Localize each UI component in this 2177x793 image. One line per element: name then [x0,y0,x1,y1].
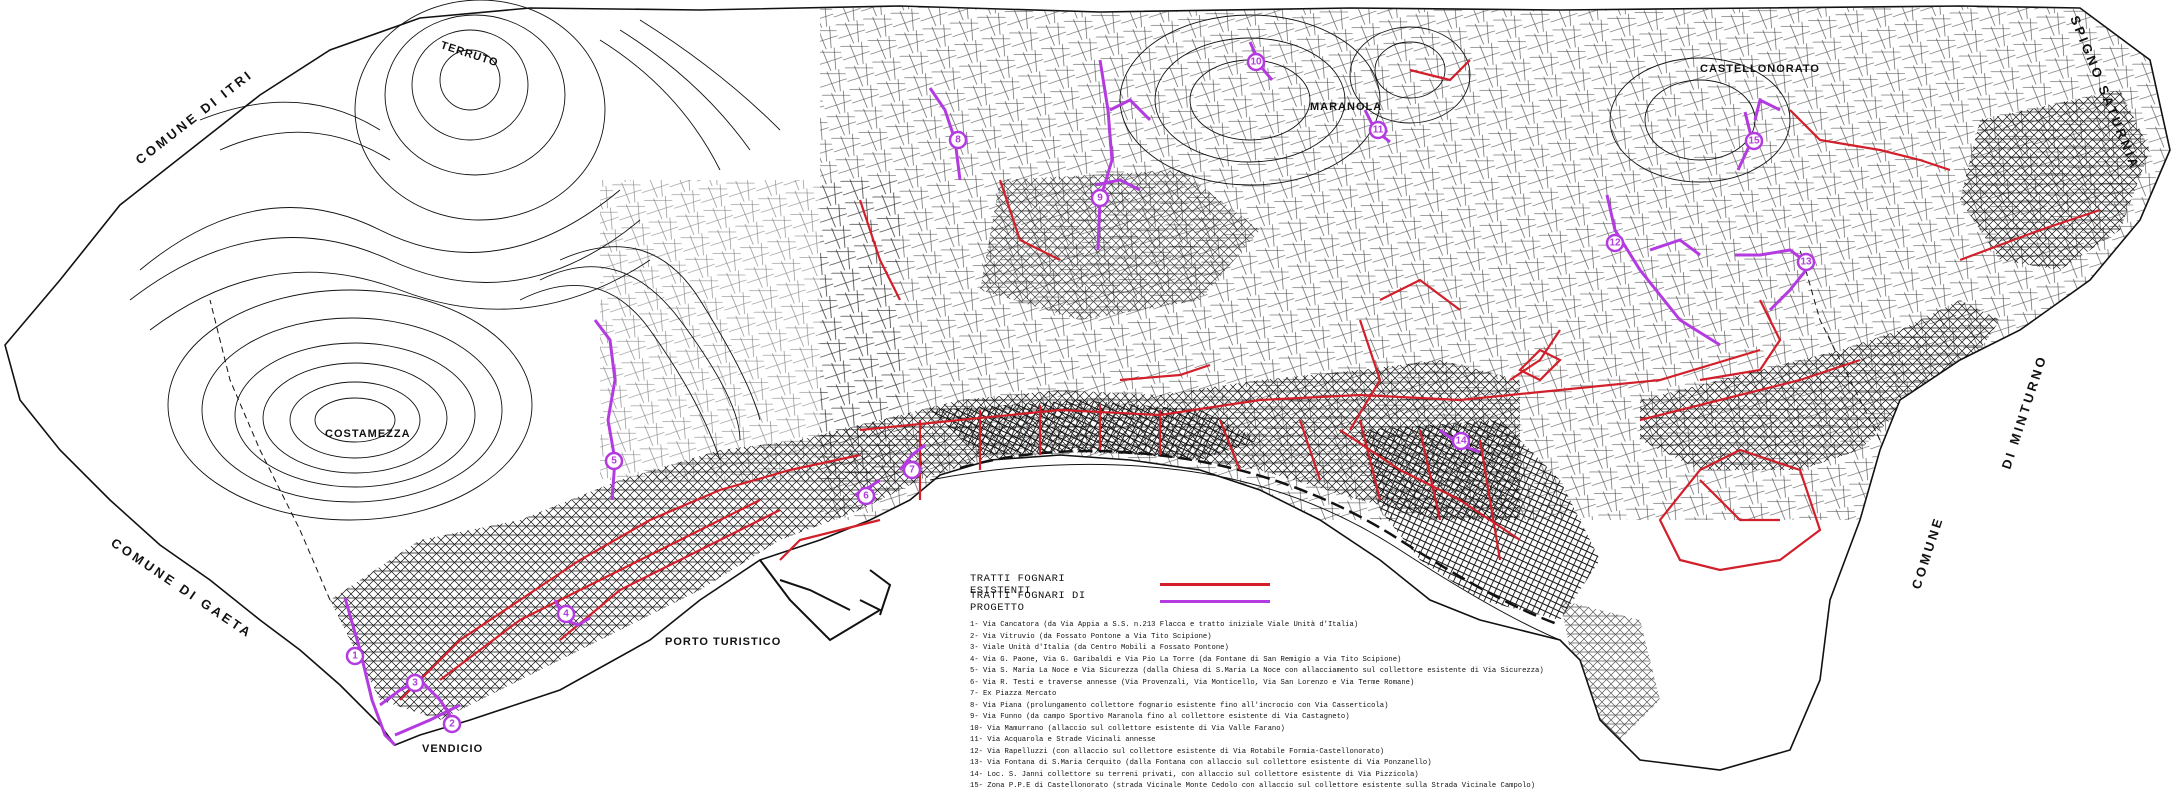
project-marker[interactable]: 1 [345,646,365,666]
project-notes-list: 1- Via Cancatora (da Via Appia a S.S. n.… [970,620,1544,793]
svg-text:4: 4 [563,609,569,620]
project-note: 5- Via S. Maria La Noce e Via Sicurezza … [970,667,1544,675]
svg-text:8: 8 [955,135,961,146]
label-comune: COMUNE [1909,514,1947,591]
svg-text:10: 10 [1250,57,1262,68]
project-note: 13- Via Fontana di S.Maria Cerquito (dal… [970,759,1432,767]
svg-text:7: 7 [909,465,915,476]
project-marker[interactable]: 5 [604,451,624,471]
svg-text:3: 3 [412,678,418,689]
label-maranola: MARANOLA [1310,101,1382,113]
legend-existing-swatch [1160,583,1270,586]
project-note: 12- Via Rapelluzzi (con allaccio sul col… [970,747,1385,756]
project-marker[interactable]: 11 [1368,120,1388,140]
project-note: 1- Via Cancatora (da Via Appia a S.S. n.… [970,621,1359,629]
project-note: 10- Via Mamurrano (allaccio sul colletto… [970,724,1285,733]
label-costamezza: COSTAMEZZA [325,428,411,440]
project-note: 2- Via Vitruvio (da Fossato Pontone a Vi… [970,632,1212,641]
svg-text:5: 5 [611,456,617,467]
project-marker[interactable]: 14 [1451,431,1471,451]
project-marker[interactable]: 12 [1605,233,1625,253]
svg-text:14: 14 [1455,436,1467,447]
project-marker[interactable]: 3 [405,673,425,693]
project-note: 6- Via R. Testi e traverse annesse (Via … [970,678,1415,687]
project-marker[interactable]: 7 [902,460,922,480]
label-di-minturno: DI MINTURNO [1999,352,2050,470]
svg-text:6: 6 [863,491,869,502]
project-note: 3- Viale Unità d'Italia (da Centro Mobil… [970,644,1229,652]
project-note: 9- Via Funno (da campo Sportivo Maranola… [970,713,1350,721]
label-porto-turistico: PORTO TURISTICO [665,636,781,648]
project-marker[interactable]: 4 [556,604,576,624]
project-note: 7- Ex Piazza Mercato [970,690,1057,698]
svg-text:15: 15 [1748,136,1760,147]
project-marker[interactable]: 15 [1744,131,1764,151]
project-marker[interactable]: 8 [948,130,968,150]
project-marker[interactable]: 10 [1246,52,1266,72]
svg-text:13: 13 [1800,257,1812,268]
project-marker[interactable]: 2 [442,714,462,734]
project-note: 11- Via Acquarola e Strade Vicinali anne… [970,736,1156,744]
project-note: 8- Via Piana (prolungamento collettore f… [970,701,1389,710]
project-marker[interactable]: 6 [856,486,876,506]
project-note: 15- Zona P.P.E di Castellonorato (strada… [970,782,1536,790]
svg-text:12: 12 [1609,238,1621,249]
label-vendicio: VENDICIO [422,743,483,755]
project-marker[interactable]: 9 [1090,188,1110,208]
project-note: 14- Loc. S. Janni collettore su terreni … [970,770,1419,779]
label-castellonorato: CASTELLONORATO [1700,63,1820,75]
legend-project: TRATTI FOGNARI DI PROGETTO [970,590,1470,614]
project-marker[interactable]: 13 [1796,252,1816,272]
project-note: 4- Via G. Paone, Via G. Garibaldi e Via … [970,655,1402,664]
svg-text:11: 11 [1373,125,1384,136]
svg-text:2: 2 [449,719,455,730]
legend-project-swatch [1160,600,1270,603]
svg-text:1: 1 [352,651,358,662]
legend: TRATTI FOGNARI ESISTENTI TRATTI FOGNARI … [970,573,1544,793]
svg-text:9: 9 [1097,193,1103,204]
legend-project-label: TRATTI FOGNARI DI PROGETTO [970,589,1086,614]
port [759,559,892,642]
